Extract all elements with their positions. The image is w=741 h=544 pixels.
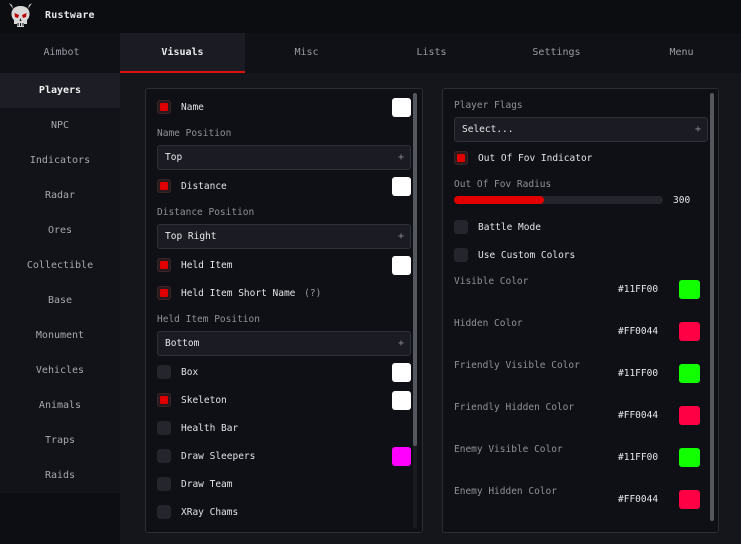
right-panel-scroll-thumb[interactable] (710, 93, 714, 521)
distance-position-value: Top Right (165, 231, 217, 242)
use-custom-colors-label: Use Custom Colors (478, 250, 576, 261)
distance-position-dropdown[interactable]: Top Right + (157, 224, 411, 249)
friendly-hidden-color-swatch[interactable] (679, 406, 700, 425)
title-bar: Rustware (0, 0, 741, 33)
enemy-hidden-color-swatch[interactable] (679, 490, 700, 509)
xray-chams-checkbox[interactable] (157, 505, 171, 519)
sidebar-item-radar[interactable]: Radar (0, 178, 120, 213)
distance-checkbox[interactable] (157, 179, 171, 193)
name-color-swatch[interactable] (392, 98, 411, 117)
enemy-visible-color-swatch[interactable] (679, 448, 700, 467)
help-hint[interactable]: (?) (304, 288, 321, 299)
visible-color-hex: #11FF00 (618, 284, 659, 295)
enemy-hidden-color-hex: #FF0044 (618, 494, 659, 505)
top-tab-bar: Aimbot Visuals Misc Lists Settings Menu (0, 33, 741, 73)
friendly-hidden-color-hex: #FF0044 (618, 410, 659, 421)
sidebar-item-collectible[interactable]: Collectible (0, 248, 120, 283)
held-item-position-dropdown[interactable]: Bottom + (157, 331, 411, 356)
held-item-short-name-label: Held Item Short Name (?) (181, 288, 321, 299)
sidebar-item-indicators[interactable]: Indicators (0, 143, 120, 178)
skeleton-color-swatch[interactable] (392, 391, 411, 410)
name-position-label: Name Position (157, 128, 232, 139)
sidebar-item-animals[interactable]: Animals (0, 388, 120, 423)
distance-color-swatch[interactable] (392, 177, 411, 196)
sidebar-item-raids[interactable]: Raids (0, 458, 120, 493)
held-item-label: Held Item (181, 260, 233, 271)
held-item-position-label: Held Item Position (157, 314, 260, 325)
skull-logo-icon (9, 3, 32, 27)
out-of-fov-indicator-checkbox[interactable] (454, 151, 468, 165)
slider-fill (454, 196, 544, 204)
expand-icon: + (397, 231, 404, 242)
out-of-fov-radius-label: Out Of Fov Radius (454, 179, 552, 190)
name-checkbox[interactable] (157, 100, 171, 114)
friendly-visible-color-swatch[interactable] (679, 364, 700, 383)
enemy-hidden-color-label: Enemy Hidden Color (454, 486, 557, 497)
battle-mode-label: Battle Mode (478, 222, 541, 233)
friendly-visible-color-hex: #11FF00 (618, 368, 659, 379)
player-flags-placeholder: Select... (462, 124, 514, 135)
expand-icon: + (397, 152, 404, 163)
distance-label: Distance (181, 181, 227, 192)
draw-team-label: Draw Team (181, 479, 233, 490)
tab-menu[interactable]: Menu (620, 33, 741, 73)
skeleton-checkbox[interactable] (157, 393, 171, 407)
draw-sleepers-checkbox[interactable] (157, 449, 171, 463)
player-flags-dropdown[interactable]: Select... + (454, 117, 708, 142)
tab-visuals[interactable]: Visuals (120, 33, 245, 73)
tab-settings[interactable]: Settings (495, 33, 618, 73)
box-checkbox[interactable] (157, 365, 171, 379)
sidebar-item-vehicles[interactable]: Vehicles (0, 353, 120, 388)
held-item-position-value: Bottom (165, 338, 200, 349)
out-of-fov-radius-value: 300 (673, 195, 691, 206)
name-position-dropdown[interactable]: Top + (157, 145, 411, 170)
box-color-swatch[interactable] (392, 363, 411, 382)
sidebar-item-base[interactable]: Base (0, 283, 120, 318)
draw-sleepers-label: Draw Sleepers (181, 451, 256, 462)
app-title: Rustware (45, 10, 95, 21)
draw-sleepers-color-swatch[interactable] (392, 447, 411, 466)
tab-misc[interactable]: Misc (245, 33, 368, 73)
name-position-value: Top (165, 152, 183, 163)
health-bar-label: Health Bar (181, 423, 239, 434)
held-item-short-name-checkbox[interactable] (157, 286, 171, 300)
hidden-color-hex: #FF0044 (618, 326, 659, 337)
friendly-visible-color-label: Friendly Visible Color (454, 360, 580, 371)
sidebar-item-traps[interactable]: Traps (0, 423, 120, 458)
sidebar-item-monument[interactable]: Monument (0, 318, 120, 353)
xray-chams-label: XRay Chams (181, 507, 239, 518)
enemy-visible-color-label: Enemy Visible Color (454, 444, 563, 455)
expand-icon: + (694, 124, 701, 135)
out-of-fov-indicator-label: Out Of Fov Indicator (478, 153, 593, 164)
sidebar-item-npc[interactable]: NPC (0, 108, 120, 143)
held-item-checkbox[interactable] (157, 258, 171, 272)
name-label: Name (181, 102, 204, 113)
out-of-fov-radius-slider[interactable] (454, 196, 663, 204)
held-item-color-swatch[interactable] (392, 256, 411, 275)
visible-color-label: Visible Color (454, 276, 529, 287)
tab-lists[interactable]: Lists (370, 33, 493, 73)
enemy-visible-color-hex: #11FF00 (618, 452, 659, 463)
tab-aimbot[interactable]: Aimbot (0, 33, 123, 73)
friendly-hidden-color-label: Friendly Hidden Color (454, 402, 575, 413)
hidden-color-swatch[interactable] (679, 322, 700, 341)
held-item-short-name-text: Held Item Short Name (181, 288, 296, 299)
battle-mode-checkbox[interactable] (454, 220, 468, 234)
sidebar-item-players[interactable]: Players (0, 73, 120, 108)
player-flags-label: Player Flags (454, 100, 523, 111)
distance-position-label: Distance Position (157, 207, 255, 218)
box-label: Box (181, 367, 199, 378)
skeleton-label: Skeleton (181, 395, 227, 406)
left-panel-scroll-thumb[interactable] (413, 93, 417, 446)
sidebar: Players NPC Indicators Radar Ores Collec… (0, 73, 120, 493)
sidebar-item-ores[interactable]: Ores (0, 213, 120, 248)
draw-team-checkbox[interactable] (157, 477, 171, 491)
expand-icon: + (397, 338, 404, 349)
use-custom-colors-checkbox[interactable] (454, 248, 468, 262)
health-bar-checkbox[interactable] (157, 421, 171, 435)
hidden-color-label: Hidden Color (454, 318, 523, 329)
visible-color-swatch[interactable] (679, 280, 700, 299)
